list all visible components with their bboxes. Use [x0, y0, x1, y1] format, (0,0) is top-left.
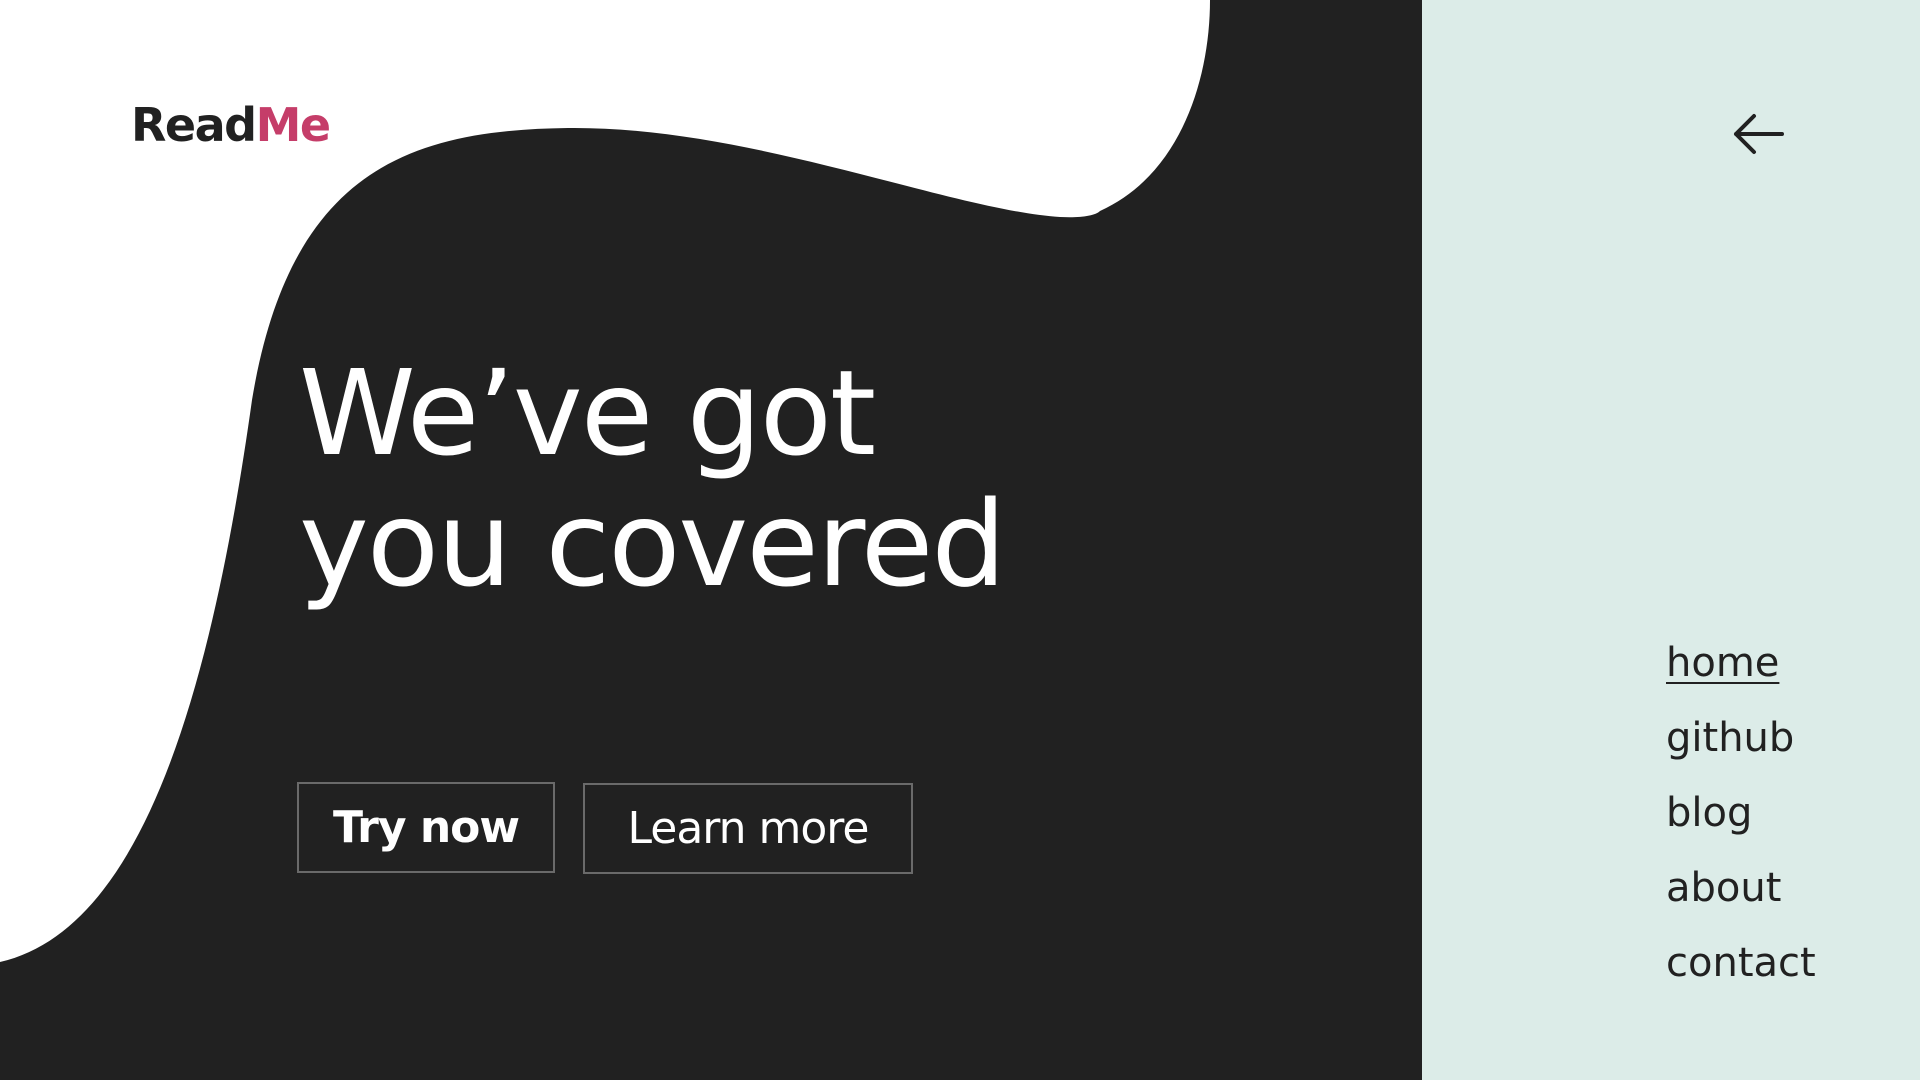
- hero-headline-line-1: We’ve got: [299, 344, 876, 482]
- nav-item-blog[interactable]: blog: [1666, 780, 1816, 855]
- brand-logo-me: Me: [255, 98, 331, 152]
- brand-logo[interactable]: ReadMe: [131, 102, 331, 148]
- arrow-left-icon[interactable]: [1732, 112, 1784, 156]
- side-nav: home github blog about contact: [1666, 630, 1816, 1005]
- learn-more-button[interactable]: Learn more: [583, 783, 913, 874]
- nav-item-home[interactable]: home: [1666, 630, 1816, 705]
- hero-headline: We’ve got you covered: [299, 344, 1006, 613]
- nav-item-about[interactable]: about: [1666, 855, 1816, 930]
- brand-logo-read: Read: [131, 98, 257, 152]
- try-now-button[interactable]: Try now: [297, 782, 555, 873]
- nav-item-contact[interactable]: contact: [1666, 930, 1816, 1005]
- landing-page: ReadMe We’ve got you covered Try now Lea…: [0, 0, 1920, 1080]
- nav-item-github[interactable]: github: [1666, 705, 1816, 780]
- hero-headline-line-2: you covered: [299, 475, 1006, 613]
